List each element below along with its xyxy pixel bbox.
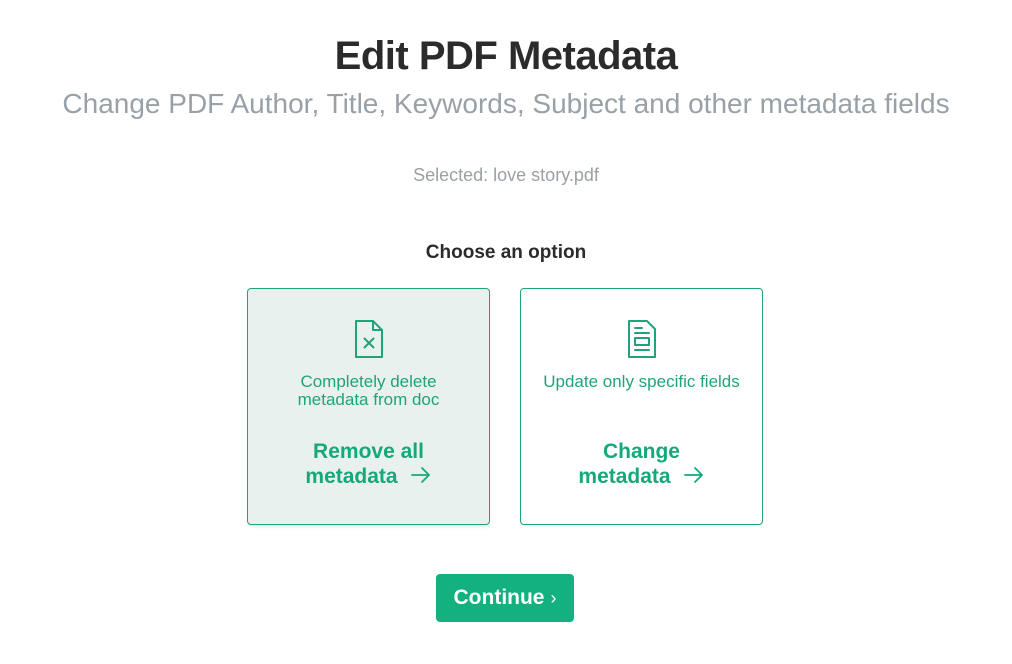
document-form-icon: [521, 319, 762, 361]
edit-metadata-page: Edit PDF Metadata Change PDF Author, Tit…: [0, 0, 1012, 664]
change-option-action: Change metadata: [531, 439, 752, 489]
remove-action-line1: Remove all: [313, 440, 424, 463]
remove-all-metadata-option[interactable]: Completely delete metadata from doc Remo…: [247, 288, 490, 525]
arrow-right-icon: [410, 467, 430, 484]
remove-option-description: Completely delete metadata from doc: [297, 372, 440, 409]
change-action-line2: metadata: [578, 465, 671, 488]
remove-action-line2: metadata: [305, 465, 398, 488]
continue-button[interactable]: Continue ›: [436, 574, 574, 622]
continue-label: Continue: [453, 586, 545, 609]
change-metadata-option[interactable]: Update only specific fields Change metad…: [520, 288, 763, 525]
choose-option-heading: Choose an option: [425, 242, 587, 263]
selected-file-label: Selected: love story.pdf: [413, 165, 599, 185]
change-option-description: Update only specific fields: [543, 372, 740, 391]
page-subtitle: Change PDF Author, Title, Keywords, Subj…: [62, 88, 950, 119]
remove-action-line2-wrap: metadata: [258, 464, 479, 489]
document-x-icon: [248, 319, 489, 361]
page-title: Edit PDF Metadata: [334, 34, 678, 78]
change-action-line2-wrap: metadata: [531, 464, 752, 489]
change-action-line1: Change: [602, 440, 680, 463]
arrow-right-icon: [683, 467, 703, 484]
chevron-right-icon: ›: [550, 587, 557, 608]
remove-option-action: Remove all metadata: [258, 439, 479, 489]
